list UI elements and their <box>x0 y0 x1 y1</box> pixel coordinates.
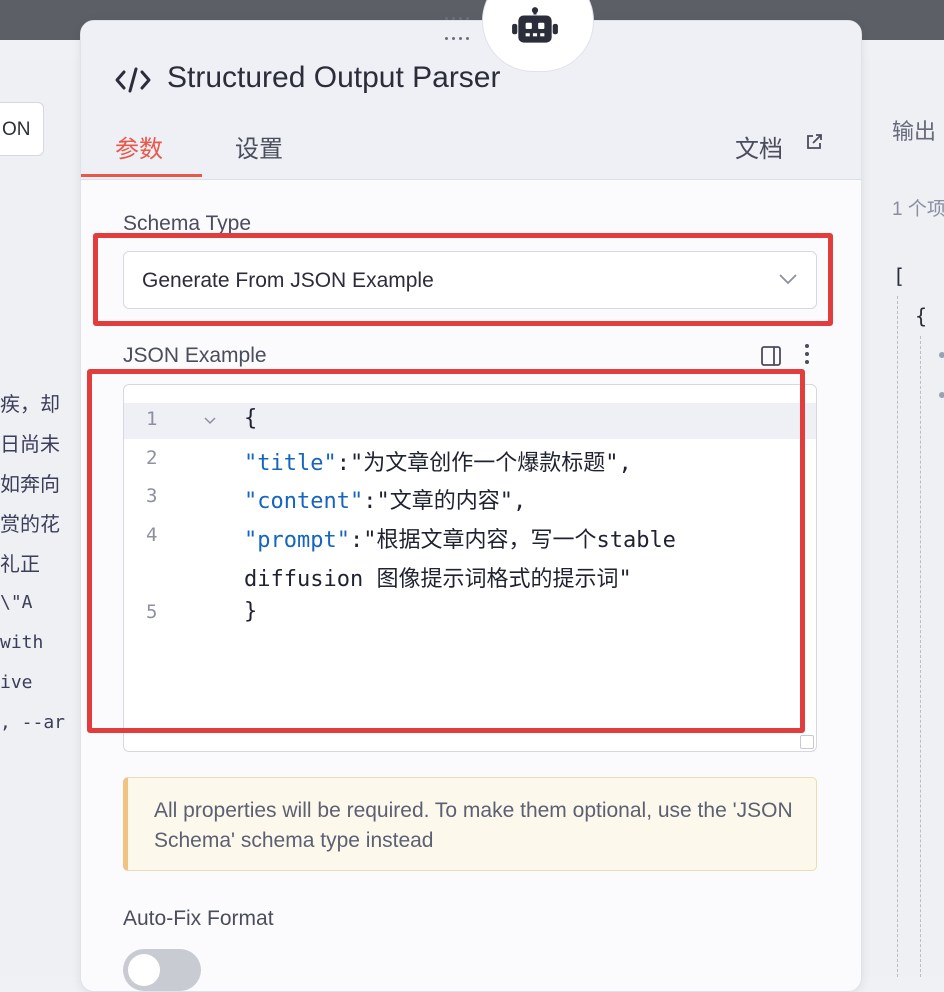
more-options-icon[interactable] <box>804 343 810 365</box>
drag-handle[interactable] <box>443 7 471 43</box>
left-text-line: 日尚未 <box>0 434 60 456</box>
active-tab-indicator <box>81 174 202 177</box>
json-example-label: JSON Example <box>123 344 267 367</box>
left-text-line: 如奔向 <box>0 474 60 496</box>
output-json-bracket: [ <box>893 264 906 288</box>
left-text-line: 礼正 <box>0 554 40 576</box>
resize-handle[interactable] <box>800 735 814 749</box>
annotation-highlight-schema-type <box>93 233 833 326</box>
output-json-brace: { <box>915 304 928 328</box>
left-field[interactable]: ON <box>0 102 44 156</box>
required-properties-notice: All properties will be required. To make… <box>123 777 817 871</box>
output-panel-title: 输出 <box>892 119 937 144</box>
auto-fix-label: Auto-Fix Format <box>123 907 274 930</box>
output-item-count: 1 个项 <box>892 199 944 220</box>
left-text-line: 赏的花 <box>0 514 60 536</box>
docs-link[interactable]: 文档 <box>735 129 783 164</box>
left-text-line: \"A <box>0 592 33 613</box>
indent-guide <box>897 296 898 977</box>
panel-title: Structured Output Parser <box>167 61 501 94</box>
indent-guide <box>920 336 921 977</box>
robot-icon <box>512 7 558 43</box>
panel-header: Structured Output Parser 参数 设置 文档 <box>81 17 861 180</box>
left-field-value: ON <box>2 119 31 140</box>
tab-settings[interactable]: 设置 <box>235 129 283 164</box>
tab-parameters[interactable]: 参数 <box>115 129 163 164</box>
annotation-highlight-json-example <box>87 369 805 733</box>
output-item-dot <box>939 352 944 358</box>
left-text-line: ive <box>0 672 33 693</box>
code-icon <box>115 67 151 93</box>
notice-text: All properties will be required. To make… <box>154 799 793 852</box>
split-view-icon[interactable] <box>760 345 782 367</box>
external-link-icon[interactable] <box>805 133 823 151</box>
left-text-block: 疾，却 日尚未 如奔向 赏的花 礼正 \"A with ive , --ar <box>0 380 80 760</box>
left-text-line: with <box>0 632 44 653</box>
toggle-knob <box>128 954 160 986</box>
left-text-line: 疾，却 <box>0 394 60 416</box>
auto-fix-toggle[interactable] <box>123 949 201 991</box>
left-text-line: , --ar <box>0 712 66 733</box>
output-item-dot <box>939 392 944 398</box>
